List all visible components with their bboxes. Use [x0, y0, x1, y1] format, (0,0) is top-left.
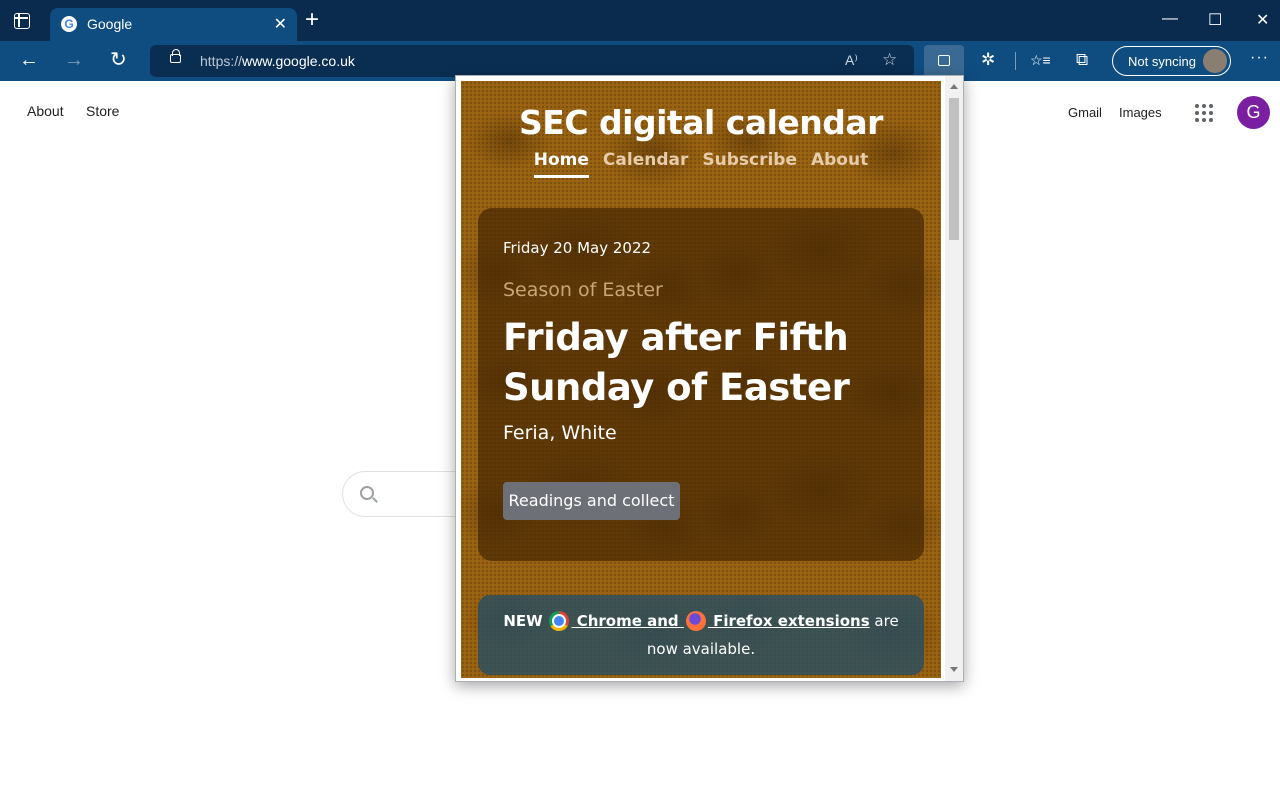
tab-actions-icon[interactable]: [14, 13, 30, 29]
search-icon: [360, 486, 374, 500]
scroll-thumb[interactable]: [949, 98, 959, 240]
add-favorite-icon[interactable]: ☆: [882, 50, 897, 70]
notice-tail: are: [869, 612, 899, 630]
tab-strip: G Google ✕ + — ☐ ✕: [0, 0, 1280, 41]
toolbar-divider: [1015, 52, 1016, 70]
google-favicon-icon: G: [61, 16, 77, 32]
images-link[interactable]: Images: [1119, 105, 1162, 120]
minimize-button[interactable]: —: [1162, 10, 1178, 28]
tab-close-icon[interactable]: ✕: [274, 14, 287, 34]
chrome-extension-link[interactable]: Chrome and: [571, 612, 683, 630]
sync-label: Not syncing: [1128, 54, 1196, 69]
day-date: Friday 20 May 2022: [503, 239, 652, 257]
store-link[interactable]: Store: [86, 103, 119, 119]
maximize-button[interactable]: ☐: [1208, 10, 1222, 30]
notice-available: now available.: [646, 640, 756, 658]
extension-popup: SEC digital calendar Home Calendar Subscri…: [455, 75, 964, 682]
extensions-notice: NEW Chrome and Firefox extensions are no…: [478, 595, 924, 675]
chrome-icon: [549, 611, 570, 631]
nav-subscribe[interactable]: Subscribe: [702, 150, 797, 175]
day-rank-colour: Feria, White: [503, 422, 617, 444]
firefox-icon: [685, 611, 706, 631]
nav-home[interactable]: Home: [533, 150, 589, 178]
day-season: Season of Easter: [503, 279, 663, 301]
scroll-up-arrow-icon[interactable]: [950, 84, 958, 89]
read-aloud-icon[interactable]: A⁾: [845, 52, 858, 69]
tab-title: Google: [87, 16, 133, 32]
google-apps-icon[interactable]: [1195, 104, 1213, 122]
about-link[interactable]: About: [27, 103, 64, 119]
back-button[interactable]: ←: [19, 50, 39, 70]
collections-icon[interactable]: ⧉: [1076, 50, 1088, 70]
nav-about[interactable]: About: [811, 150, 868, 175]
url-host: www.google.co.uk: [242, 53, 355, 69]
url-scheme: https://: [200, 53, 243, 69]
gmail-link[interactable]: Gmail: [1068, 105, 1102, 120]
scroll-down-arrow-icon[interactable]: [950, 667, 958, 672]
readings-and-collect-button[interactable]: Readings and collect: [503, 482, 680, 520]
calendar-extension-icon: [938, 55, 950, 66]
address-bar[interactable]: https://www.google.co.uk A⁾ ☆: [150, 45, 914, 77]
forward-button[interactable]: →: [64, 50, 84, 70]
day-card: Friday 20 May 2022 Season of Easter Frid…: [478, 208, 924, 561]
window-close-button[interactable]: ✕: [1256, 10, 1269, 30]
day-title: Friday after Fifth Sunday of Easter: [503, 316, 850, 409]
url-text[interactable]: https://www.google.co.uk: [200, 53, 355, 69]
profile-sync-button[interactable]: Not syncing: [1112, 46, 1231, 76]
profile-avatar: [1203, 49, 1227, 73]
account-avatar[interactable]: G: [1237, 96, 1270, 129]
tab-google[interactable]: G Google ✕: [50, 8, 297, 41]
site-nav: Home Calendar Subscribe About: [461, 150, 941, 178]
extensions-icon[interactable]: ✲: [981, 50, 995, 70]
favorites-icon[interactable]: ☆≡: [1030, 50, 1051, 70]
settings-more-icon[interactable]: ···: [1250, 49, 1269, 67]
firefox-extension-link[interactable]: Firefox extensions: [708, 612, 870, 630]
refresh-button[interactable]: ↻: [110, 50, 127, 70]
lock-icon[interactable]: [170, 49, 181, 63]
notice-new-label: NEW: [503, 612, 543, 630]
calendar-page: SEC digital calendar Home Calendar Subscri…: [461, 81, 941, 678]
sec-calendar-extension-button[interactable]: [924, 45, 964, 77]
popup-scrollbar[interactable]: [945, 76, 963, 681]
new-tab-button[interactable]: +: [305, 7, 319, 33]
site-title: SEC digital calendar: [519, 103, 883, 142]
nav-calendar[interactable]: Calendar: [603, 150, 688, 175]
